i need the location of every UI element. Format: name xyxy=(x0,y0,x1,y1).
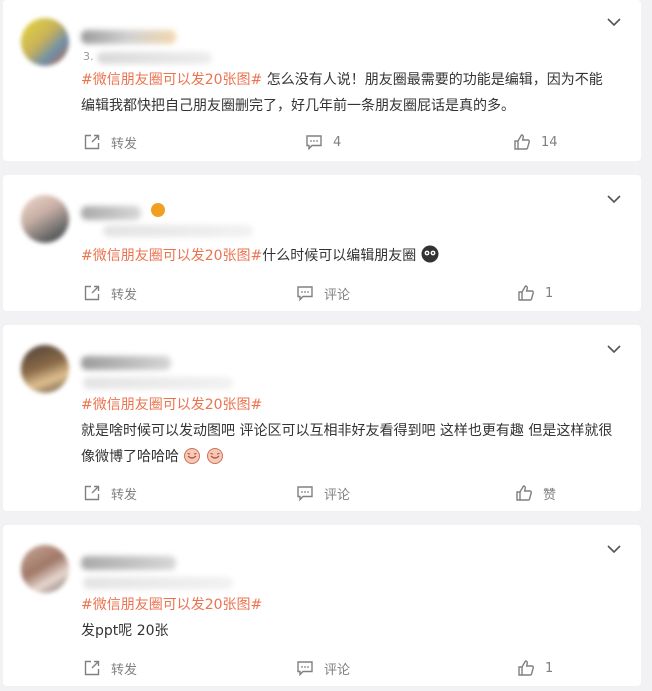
topic-link[interactable]: #微信朋友圈可以发20张图# xyxy=(81,392,615,418)
like-icon xyxy=(514,134,530,150)
forward-label: 转发 xyxy=(111,287,138,303)
post-content: #微信朋友圈可以发20张图# 就是啥时候可以发动图吧 评论区可以互相非好友看得到… xyxy=(81,392,615,470)
comment-label: 评论 xyxy=(324,662,351,678)
like-button[interactable]: 赞 xyxy=(515,483,556,503)
post-meta-blurred xyxy=(83,377,233,389)
avatar[interactable] xyxy=(21,545,69,593)
forward-button[interactable]: 转发 xyxy=(83,283,137,303)
forward-label: 转发 xyxy=(111,662,138,678)
username-blurred[interactable] xyxy=(81,206,141,220)
post-content: #微信朋友圈可以发20张图#什么时候可以编辑朋友圈 xyxy=(81,243,615,269)
chevron-down-icon[interactable] xyxy=(607,344,621,354)
post-text: 就是啥时候可以发动图吧 评论区可以互相非好友看得到吧 这样也更有趣 但是这样就很… xyxy=(81,423,613,465)
post-text: 发ppt呢 20张 xyxy=(81,623,169,639)
forward-label: 转发 xyxy=(111,136,138,152)
comment-button[interactable]: 评论 xyxy=(296,658,350,678)
forward-icon xyxy=(84,134,100,150)
post-text: 什么时候可以编辑朋友圈 xyxy=(262,248,417,264)
badge-icon xyxy=(151,203,165,217)
comment-count: 4 xyxy=(333,134,342,150)
post-card: #微信朋友圈可以发20张图# 发ppt呢 20张 转发 评论 1 xyxy=(3,525,641,686)
like-icon xyxy=(518,285,534,301)
avatar[interactable] xyxy=(21,195,69,243)
comment-button[interactable]: 评论 xyxy=(296,483,350,503)
like-icon xyxy=(516,485,532,501)
chevron-down-icon[interactable] xyxy=(607,544,621,554)
like-count: 1 xyxy=(545,285,554,301)
forward-button[interactable]: 转发 xyxy=(83,483,137,503)
avatar[interactable] xyxy=(21,345,69,393)
laughing-emoji-icon xyxy=(184,448,201,464)
comment-feed: 3. #微信朋友圈可以发20张图# 怎么没有人说！朋友圈最需要的功能是编辑，因为… xyxy=(0,0,652,691)
comment-icon xyxy=(297,486,313,502)
post-meta-blurred xyxy=(97,52,212,64)
like-button[interactable]: 1 xyxy=(517,658,553,678)
comment-button[interactable]: 4 xyxy=(305,132,341,152)
post-meta-prefix: 3. xyxy=(83,50,94,63)
username-blurred[interactable] xyxy=(81,30,176,44)
action-bar: 转发 4 14 xyxy=(3,132,641,152)
post-meta-blurred xyxy=(103,225,253,237)
laughing-emoji-icon xyxy=(206,448,223,464)
forward-label: 转发 xyxy=(111,487,138,503)
comment-icon xyxy=(297,661,313,677)
like-count: 14 xyxy=(541,134,558,150)
topic-link[interactable]: #微信朋友圈可以发20张图# xyxy=(81,592,615,618)
action-bar: 转发 评论 1 xyxy=(3,283,641,303)
post-card: #微信朋友圈可以发20张图#什么时候可以编辑朋友圈 转发 评论 1 xyxy=(3,175,641,311)
forward-icon xyxy=(84,660,100,676)
post-content: #微信朋友圈可以发20张图# 怎么没有人说！朋友圈最需要的功能是编辑，因为不能编… xyxy=(81,67,615,119)
like-label: 赞 xyxy=(543,487,557,503)
action-bar: 转发 评论 赞 xyxy=(3,483,641,503)
chevron-down-icon[interactable] xyxy=(607,17,621,27)
post-card: #微信朋友圈可以发20张图# 就是啥时候可以发动图吧 评论区可以互相非好友看得到… xyxy=(3,325,641,511)
comment-icon xyxy=(297,286,313,302)
like-button[interactable]: 14 xyxy=(513,132,558,152)
like-button[interactable]: 1 xyxy=(517,283,553,303)
username-blurred[interactable] xyxy=(81,556,176,570)
post-content: #微信朋友圈可以发20张图# 发ppt呢 20张 xyxy=(81,592,615,644)
forward-icon xyxy=(84,485,100,501)
post-meta-blurred xyxy=(83,577,233,589)
action-bar: 转发 评论 1 xyxy=(3,658,641,678)
like-count: 1 xyxy=(545,660,554,676)
face-emoji-icon xyxy=(421,245,439,263)
comment-label: 评论 xyxy=(324,287,351,303)
forward-button[interactable]: 转发 xyxy=(83,132,137,152)
topic-link[interactable]: #微信朋友圈可以发20张图# xyxy=(81,248,262,264)
post-card: 3. #微信朋友圈可以发20张图# 怎么没有人说！朋友圈最需要的功能是编辑，因为… xyxy=(3,0,641,161)
forward-button[interactable]: 转发 xyxy=(83,658,137,678)
like-icon xyxy=(518,660,534,676)
avatar[interactable] xyxy=(21,18,69,66)
chevron-down-icon[interactable] xyxy=(607,194,621,204)
topic-link[interactable]: #微信朋友圈可以发20张图# xyxy=(81,72,262,88)
comment-icon xyxy=(306,135,322,151)
comment-label: 评论 xyxy=(324,487,351,503)
forward-icon xyxy=(84,285,100,301)
comment-button[interactable]: 评论 xyxy=(296,283,350,303)
username-blurred[interactable] xyxy=(81,356,171,370)
